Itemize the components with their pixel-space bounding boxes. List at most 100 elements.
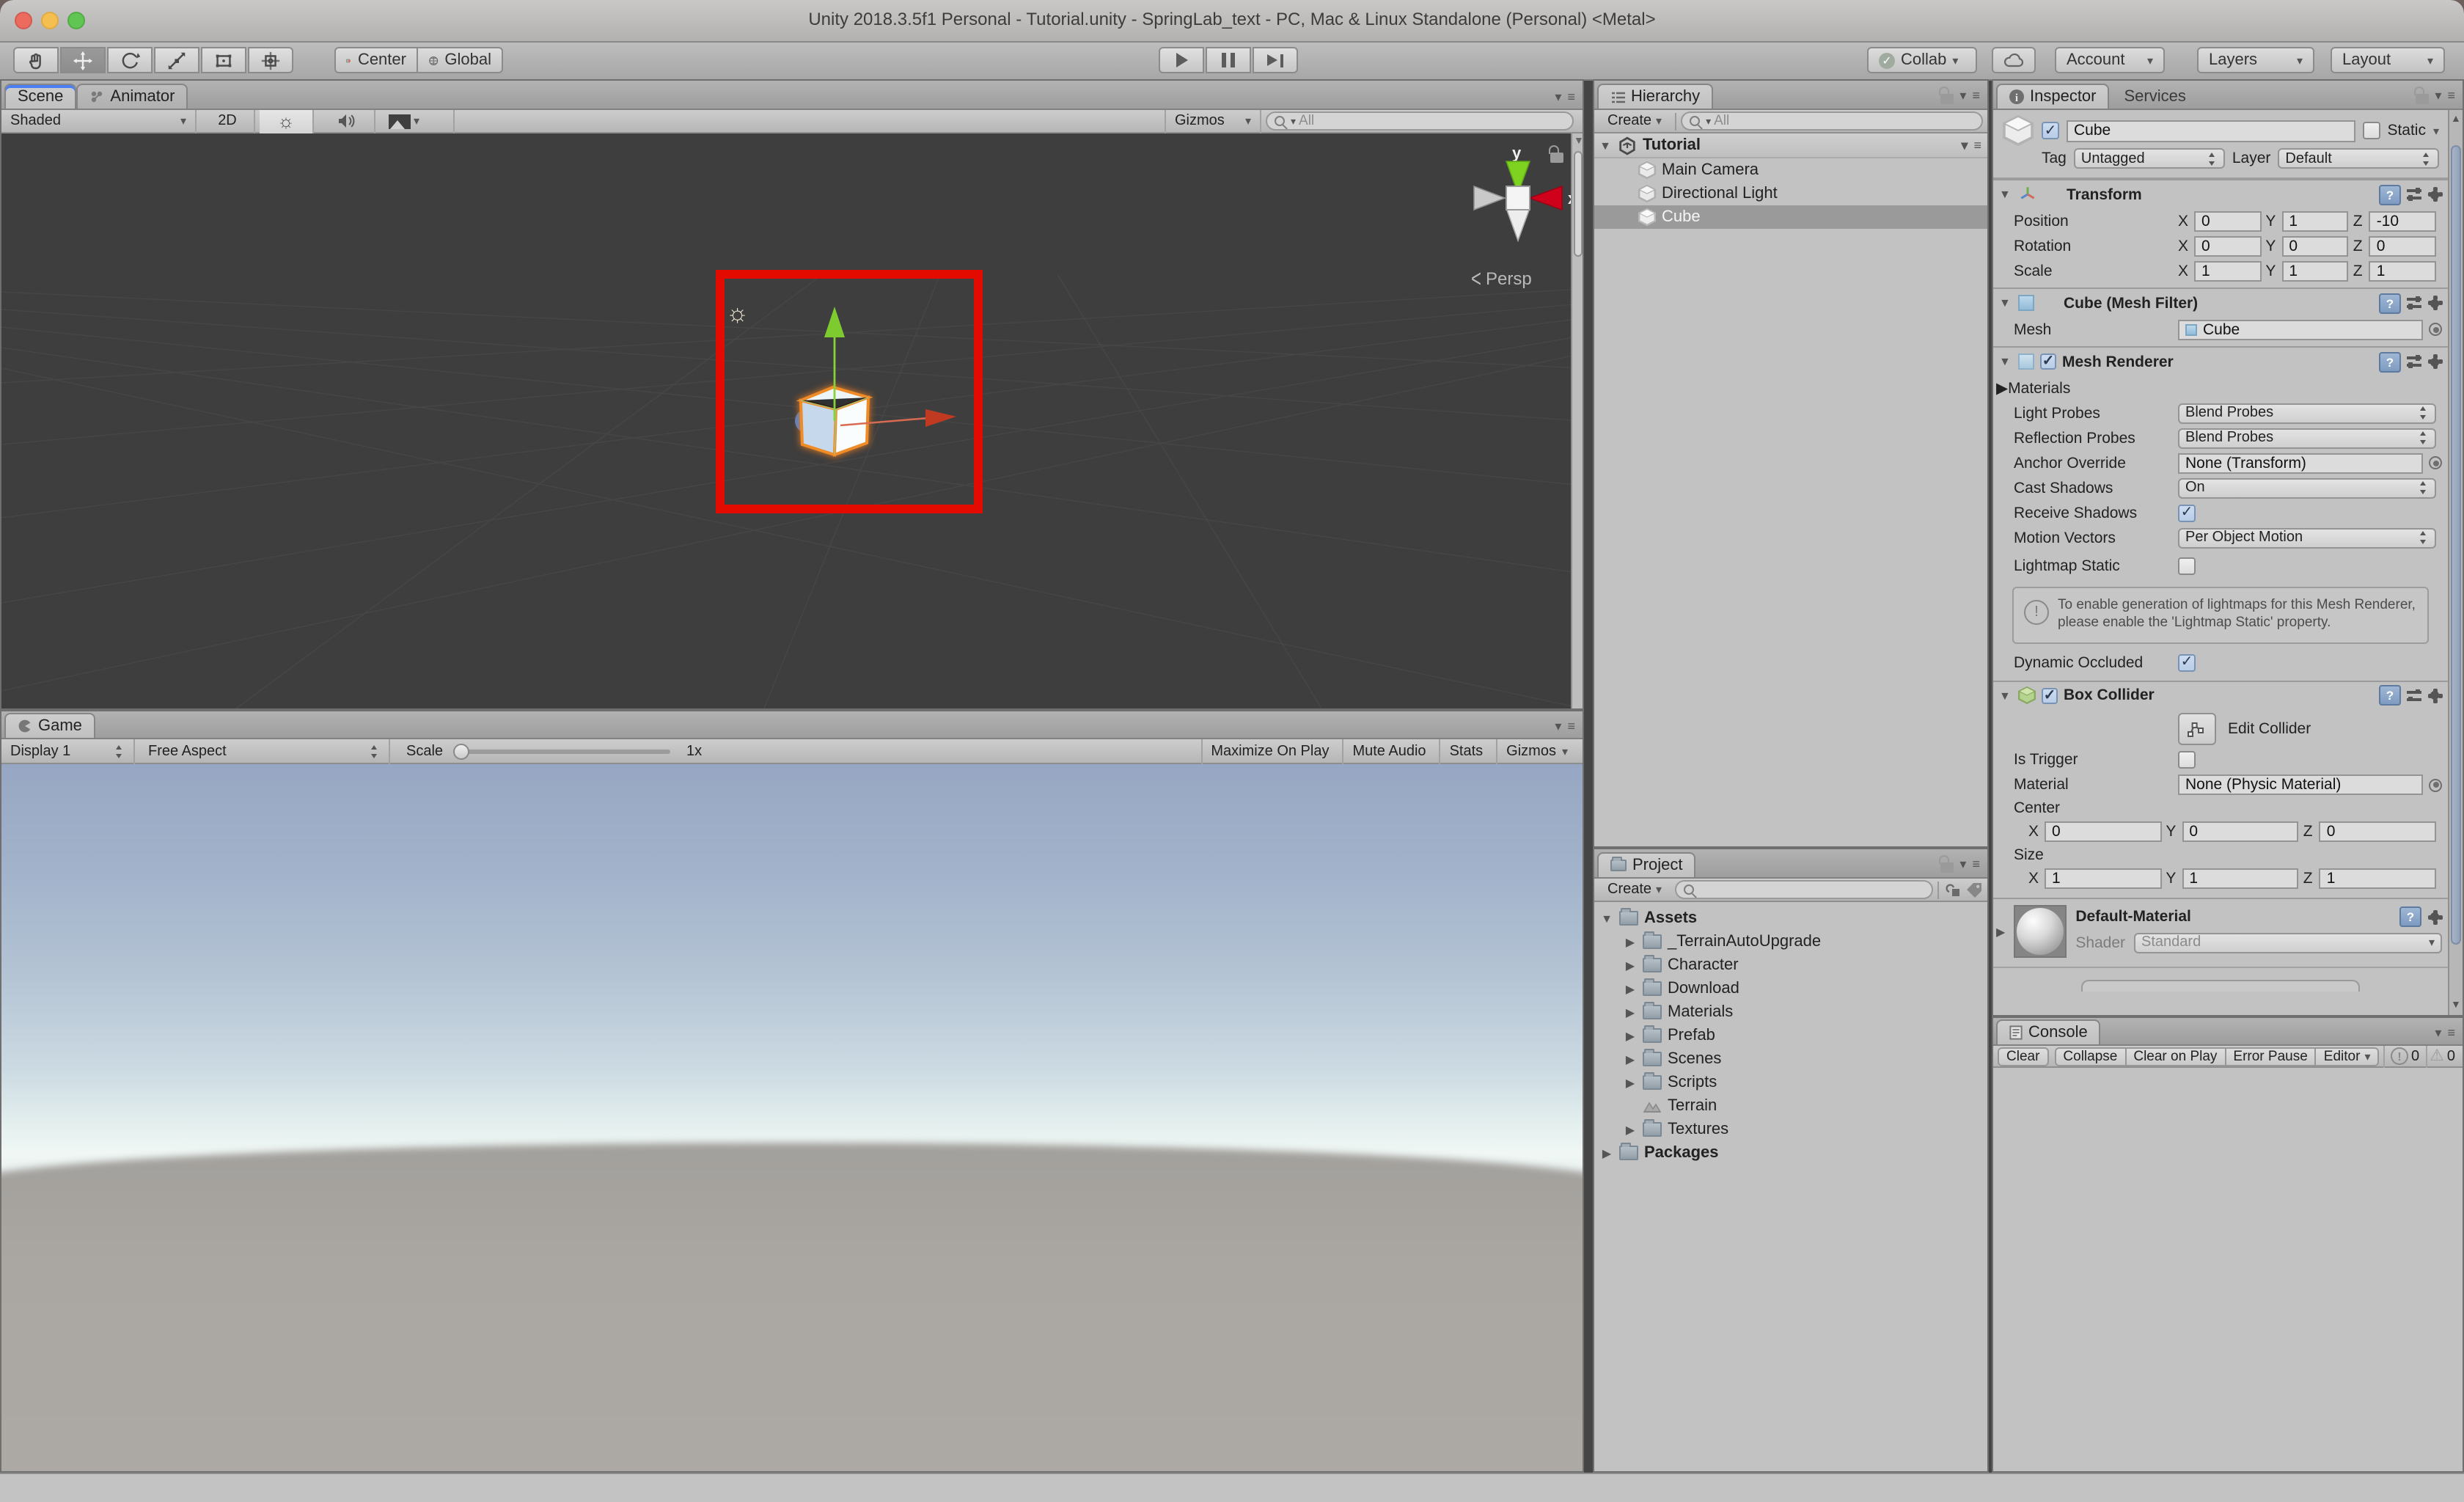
project-folder-scripts[interactable]: ▶ Scripts [1594, 1071, 1987, 1094]
pivot-toggle-button[interactable]: Center [334, 47, 418, 73]
stats-button[interactable]: Stats [1439, 739, 1492, 763]
gear-icon[interactable] [2427, 688, 2442, 703]
hierarchy-menu-icon[interactable]: ≡ [1972, 88, 1980, 102]
receive-shadows-checkbox[interactable]: ✓ [2178, 504, 2196, 521]
help-icon[interactable]: ? [2379, 184, 2401, 205]
game-gizmos-dropdown[interactable]: Gizmos ▾ [1496, 739, 1577, 763]
cloud-button[interactable] [1992, 47, 2036, 73]
inspector-caret-icon[interactable]: ▾ [2435, 88, 2441, 102]
scrollbar-down-icon[interactable]: ▼ [2451, 1000, 2461, 1011]
object-picker-icon[interactable] [2429, 778, 2442, 792]
project-folder-download[interactable]: ▶ Download [1594, 977, 1987, 1000]
collab-button[interactable]: ✓ Collab ▾ [1867, 47, 1977, 73]
favorites-filter-icon[interactable] [1943, 882, 1961, 898]
space-toggle-button[interactable]: Global [417, 47, 503, 73]
tab-scene[interactable]: Scene [4, 84, 77, 109]
cast-shadows-drop[interactable]: On [2178, 477, 2436, 498]
shading-mode-dropdown[interactable]: Shaded ▾ [1, 109, 197, 133]
inspector-lock-icon[interactable] [2414, 87, 2430, 104]
object-picker-icon[interactable] [2429, 456, 2442, 469]
preset-icon[interactable] [2407, 355, 2421, 368]
preset-icon[interactable] [2407, 188, 2421, 201]
layout-dropdown[interactable]: Layout ▾ [2331, 47, 2445, 73]
project-assets-row[interactable]: ▼ Assets [1594, 906, 1987, 930]
tab-project[interactable]: Project [1597, 852, 1696, 877]
move-tool-button[interactable] [60, 47, 106, 73]
gameobject-active-checkbox[interactable]: ✓ [2042, 122, 2059, 139]
scene-scrollbar-thumb[interactable] [1574, 151, 1583, 257]
layers-dropdown[interactable]: Layers ▾ [2197, 47, 2314, 73]
mesh-renderer-header[interactable]: ▼ ✓ Mesh Renderer ? [1993, 348, 2448, 376]
gameobject-name-field[interactable]: Cube [2067, 120, 2355, 142]
center-x-field[interactable]: 0 [2045, 821, 2162, 843]
console-editor-dropdown[interactable]: Editor ▾ [2316, 1047, 2380, 1066]
light-probes-drop[interactable]: Blend Probes [2178, 403, 2436, 423]
console-warning-filter[interactable]: ⚠ 0 [2425, 1045, 2458, 1067]
hierarchy-item-directional-light[interactable]: Directional Light [1594, 182, 1987, 205]
maximize-on-play-button[interactable]: Maximize On Play [1200, 739, 1338, 763]
help-icon[interactable]: ? [2379, 293, 2401, 313]
static-caret-icon[interactable]: ▾ [2433, 124, 2439, 137]
scrollbar-up-icon[interactable]: ▲ [2451, 114, 2461, 125]
static-checkbox[interactable] [2362, 122, 2380, 139]
step-button[interactable] [1253, 47, 1298, 73]
rotation-x-field[interactable]: 0 [2194, 235, 2262, 256]
size-z-field[interactable]: 1 [2319, 868, 2437, 890]
account-dropdown[interactable]: Account ▾ [2055, 47, 2165, 73]
scrollbar-down-icon[interactable]: ▼ [1574, 136, 1583, 147]
inspector-scrollbar[interactable]: ▲ ▼ [2448, 110, 2463, 1015]
scene-search-input[interactable]: ▾ All [1266, 111, 1574, 131]
project-packages-row[interactable]: ▶ Packages [1594, 1141, 1987, 1165]
tab-console[interactable]: Console [1996, 1019, 2101, 1044]
transform-header[interactable]: ▼ Transform ? [1993, 180, 2448, 208]
materials-foldout[interactable]: ▶ Materials [1993, 376, 2448, 400]
box-collider-header[interactable]: ▼ ✓ Box Collider ? [1993, 681, 2448, 709]
mesh-renderer-enabled-checkbox[interactable]: ✓ [2040, 353, 2056, 370]
rect-tool-button[interactable] [201, 47, 246, 73]
is-trigger-checkbox[interactable] [2178, 751, 2196, 769]
rotation-y-field[interactable]: 0 [2281, 235, 2349, 256]
tab-inspector[interactable]: i Inspector [1996, 84, 2110, 109]
scene-panel-menu-icon[interactable]: ≡ [1567, 90, 1575, 104]
dynamic-occluded-checkbox[interactable]: ✓ [2178, 653, 2196, 672]
aspect-dropdown[interactable]: Free Aspect [139, 739, 390, 763]
scale-tool-button[interactable] [154, 47, 199, 73]
gear-icon[interactable] [2427, 187, 2442, 202]
mute-audio-button[interactable]: Mute Audio [1342, 739, 1434, 763]
lightmap-static-checkbox[interactable] [2178, 557, 2196, 575]
project-search-input[interactable] [1675, 880, 1933, 899]
scene-row-caret-icon[interactable]: ▾ [1961, 138, 1968, 152]
scale-slider[interactable] [453, 743, 671, 759]
project-item-terrain[interactable]: Terrain [1594, 1094, 1987, 1118]
project-create-button[interactable]: Create ▾ [1599, 879, 1671, 900]
perspective-toggle[interactable]: < Persp [1471, 264, 1532, 293]
game-viewport[interactable] [1, 764, 1583, 1471]
hierarchy-create-button[interactable]: Create ▾ [1599, 111, 1671, 131]
center-z-field[interactable]: 0 [2319, 821, 2437, 843]
hierarchy-item-main-camera[interactable]: Main Camera [1594, 158, 1987, 182]
tab-services[interactable]: Services [2110, 84, 2201, 109]
project-menu-icon[interactable]: ≡ [1972, 857, 1980, 871]
tag-dropdown[interactable]: Untagged [2073, 148, 2225, 169]
console-collapse-button[interactable]: Collapse [2054, 1047, 2127, 1066]
scale-slider-thumb[interactable] [453, 743, 470, 759]
rotation-z-field[interactable]: 0 [2369, 235, 2437, 256]
center-y-field[interactable]: 0 [2182, 821, 2299, 843]
game-panel-menu-icon[interactable]: ≡ [1567, 719, 1575, 733]
scene-scrollbar[interactable]: ▼ [1571, 133, 1583, 708]
project-folder-character[interactable]: ▶ Character [1594, 953, 1987, 977]
help-icon[interactable]: ? [2379, 351, 2401, 372]
console-caret-icon[interactable]: ▾ [2435, 1026, 2441, 1040]
object-picker-icon[interactable] [2429, 323, 2442, 336]
project-caret-icon[interactable]: ▾ [1959, 857, 1966, 871]
position-x-field[interactable]: 0 [2194, 210, 2262, 231]
scene-panel-caret-icon[interactable]: ▾ [1555, 90, 1561, 104]
motion-vectors-drop[interactable]: Per Object Motion [2178, 527, 2436, 548]
layer-dropdown[interactable]: Default [2278, 148, 2439, 169]
scene-audio-toggle[interactable] [318, 109, 375, 133]
tab-game[interactable]: Game [4, 713, 95, 738]
project-folder-terrainautoupgrade[interactable]: ▶ _TerrainAutoUpgrade [1594, 930, 1987, 953]
tab-hierarchy[interactable]: Hierarchy [1597, 84, 1714, 109]
lock-icon[interactable] [1549, 145, 1563, 163]
2d-toggle-button[interactable]: 2D [201, 109, 255, 133]
